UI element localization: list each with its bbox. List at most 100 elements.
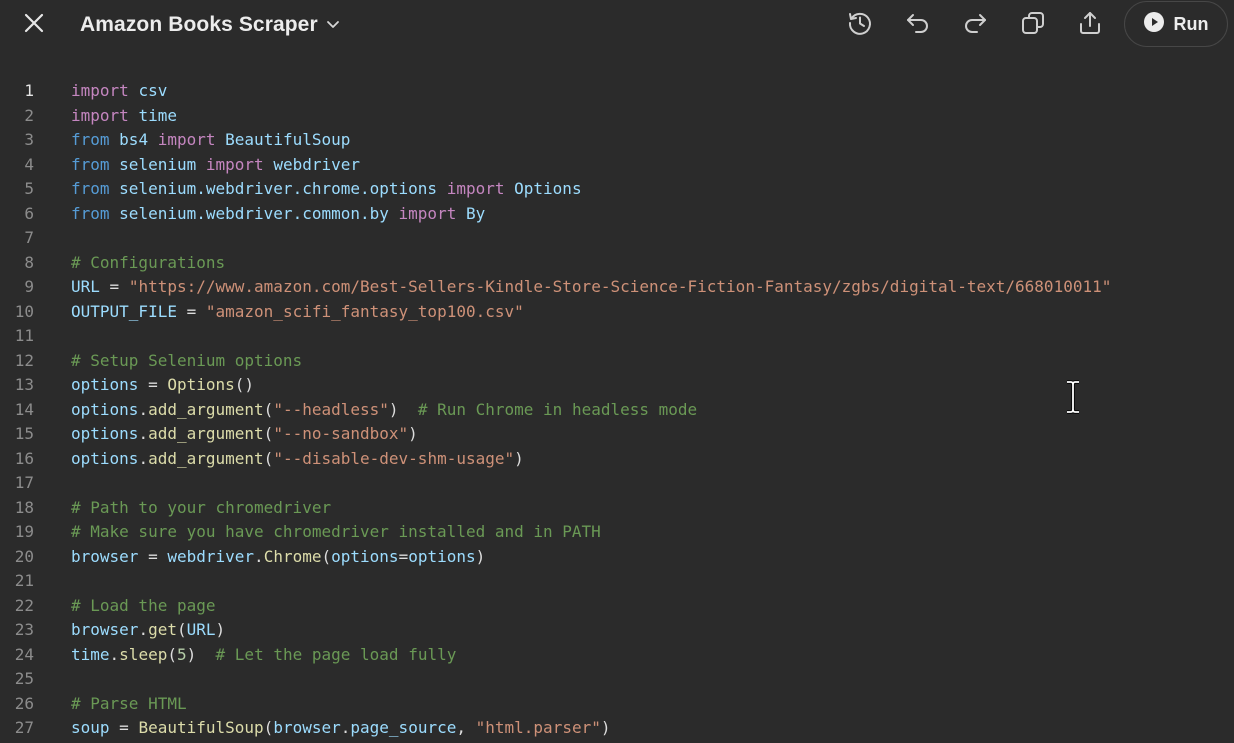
code-token: . [138,399,149,419]
code-token: = [138,546,168,566]
close-button[interactable] [14,5,54,45]
code-token: URL [186,620,216,639]
code-token: "amazon_scifi_fantasy_top100.csv" [205,301,524,321]
code-text: from bs4 import BeautifulSoup [71,128,350,153]
code-text: # Setup Selenium options [71,349,302,374]
undo-button[interactable] [898,5,938,45]
code-token: browser [71,620,139,639]
code-token: ( [263,448,274,468]
share-button[interactable] [1070,5,1110,45]
code-line[interactable]: 25 [0,667,1234,692]
code-token: Chrome [263,546,322,566]
code-text: time.sleep(5) # Let the page load fully [71,643,456,668]
line-number: 20 [14,546,34,566]
code-token: "--headless" [273,399,389,419]
code-token: sleep [119,644,168,664]
code-line[interactable]: 22 # Load the page [0,594,1234,619]
code-token: csv [138,81,168,100]
code-line[interactable]: 12 # Setup Selenium options [0,349,1234,374]
code-token: webdriver [273,154,361,174]
code-token: BeautifulSoup [138,718,264,737]
code-line[interactable]: 16 options.add_argument("--disable-dev-sh… [0,447,1234,472]
code-line[interactable]: 17 [0,471,1234,496]
code-token: , [456,718,476,737]
code-token: import [205,154,264,174]
line-number: 26 [14,693,34,713]
code-token: URL [71,277,100,296]
code-line[interactable]: 6 from selenium.webdriver.common.by impor… [0,202,1234,227]
code-token: ) [215,620,226,639]
line-number: 1 [24,81,34,100]
document-title-dropdown[interactable]: Amazon Books Scraper [80,9,340,41]
code-line[interactable]: 26 # Parse HTML [0,692,1234,717]
code-token: = [99,277,129,296]
code-token: ) [600,718,611,737]
code-text: URL = "https://www.amazon.com/Best-Selle… [71,275,1111,300]
code-token: add_argument [148,448,264,468]
code-token: # Load the page [71,595,216,615]
code-line[interactable]: 23 browser.get(URL) [0,618,1234,643]
code-token: options [408,546,476,566]
line-number: 15 [14,424,34,443]
code-token: from [71,154,110,174]
line-number: 27 [14,718,34,737]
code-line[interactable]: 1 import csv [0,79,1234,104]
code-token: "--no-sandbox" [273,424,409,443]
code-line[interactable]: 4 from selenium import webdriver [0,153,1234,178]
code-token: selenium.webdriver.common.by [119,203,389,223]
code-line[interactable]: 3 from bs4 import BeautifulSoup [0,128,1234,153]
code-line[interactable]: 24 time.sleep(5) # Let the page load full… [0,643,1234,668]
code-line[interactable]: 21 [0,569,1234,594]
code-line[interactable]: 27 soup = BeautifulSoup(browser.page_sour… [0,716,1234,741]
code-line[interactable]: 15 options.add_argument("--no-sandbox") [0,422,1234,447]
line-number: 7 [24,228,34,247]
code-token: soup [71,718,110,737]
code-line[interactable]: 18 # Path to your chromedriver [0,496,1234,521]
code-token: OUTPUT_FILE [71,301,177,321]
line-number: 18 [14,497,34,517]
code-text: from selenium import webdriver [71,153,360,178]
code-token: get [148,620,177,639]
code-line[interactable]: 11 [0,324,1234,349]
code-token: By [465,203,486,223]
code-token: . [138,620,149,639]
code-line[interactable]: 2 import time [0,104,1234,129]
copy-icon [1019,9,1047,41]
line-number: 14 [14,399,34,419]
code-token: ) [408,424,418,443]
code-editor[interactable]: 1 import csv 2 import time 3 from bs4 import … [0,79,1234,743]
code-line[interactable]: 5 from selenium.webdriver.chrome.options … [0,177,1234,202]
code-token: webdriver [167,546,255,566]
code-line[interactable]: 20 browser = webdriver.Chrome(options=opt… [0,545,1234,570]
line-number: 3 [24,130,34,149]
line-number: 10 [14,301,34,321]
code-text: OUTPUT_FILE = "amazon_scifi_fantasy_top1… [71,300,524,325]
code-token: add_argument [148,399,264,419]
history-button[interactable] [840,5,880,45]
code-line[interactable]: 8 # Configurations [0,251,1234,276]
code-line[interactable]: 7 [0,226,1234,251]
code-line[interactable]: 10 OUTPUT_FILE = "amazon_scifi_fantasy_to… [0,300,1234,325]
code-token: browser [273,718,341,737]
text-cursor-icon [1067,380,1079,414]
line-number: 19 [14,522,34,541]
code-line[interactable]: 14 options.add_argument("--headless") # R… [0,398,1234,423]
copy-button[interactable] [1013,5,1053,45]
code-line[interactable]: 9 URL = "https://www.amazon.com/Best-Sell… [0,275,1234,300]
run-button[interactable]: Run [1124,1,1228,47]
code-line[interactable]: 13 options = Options() [0,373,1234,398]
code-line[interactable]: 19 # Make sure you have chromedriver inst… [0,520,1234,545]
code-token: page_source [350,718,457,737]
line-number: 4 [24,154,34,174]
code-token: ) [388,399,418,419]
code-token: ) [514,448,524,468]
code-token: "https://www.amazon.com/Best-Sellers-Kin… [128,277,1112,296]
redo-button[interactable] [955,5,995,45]
